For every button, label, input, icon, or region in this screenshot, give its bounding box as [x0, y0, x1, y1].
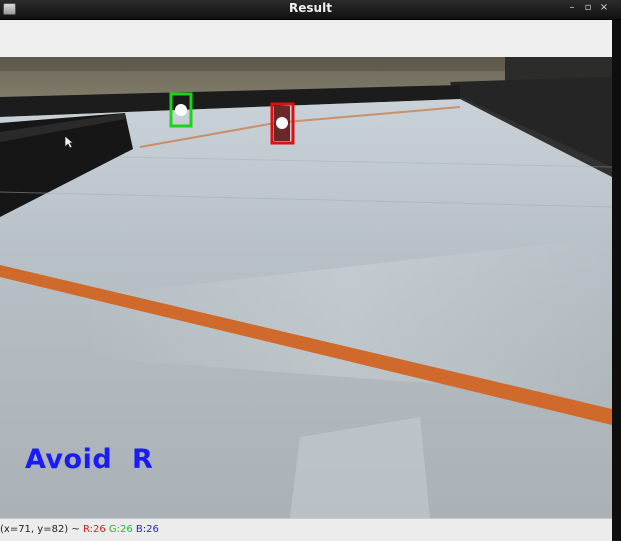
close-icon[interactable]: ×	[598, 0, 610, 16]
title-bar[interactable]: Result – ▫ ×	[0, 0, 621, 20]
minimize-icon[interactable]: –	[566, 0, 578, 16]
window-border	[612, 20, 621, 540]
status-bar: (x=71, y=82) ~ R:26 G:26 B:26	[0, 518, 612, 541]
pixel-blue-value: B:26	[135, 524, 159, 535]
maximize-icon[interactable]: ▫	[582, 0, 594, 16]
cursor-coordinates: (x=71, y=82) ~	[0, 524, 80, 535]
pixel-green-value: G:26	[108, 524, 133, 535]
window-title: Result	[289, 1, 332, 15]
red-detection-center	[276, 117, 288, 129]
status-overlay-text: Avoid R	[25, 444, 154, 475]
result-window: Result – ▫ × Avoid R (x=71, y=82) ~ R:26…	[0, 0, 621, 541]
toolbar-area	[0, 20, 612, 58]
mouse-cursor-icon	[64, 135, 74, 149]
green-detection-center	[175, 104, 187, 116]
pixel-red-value: R:26	[82, 524, 106, 535]
